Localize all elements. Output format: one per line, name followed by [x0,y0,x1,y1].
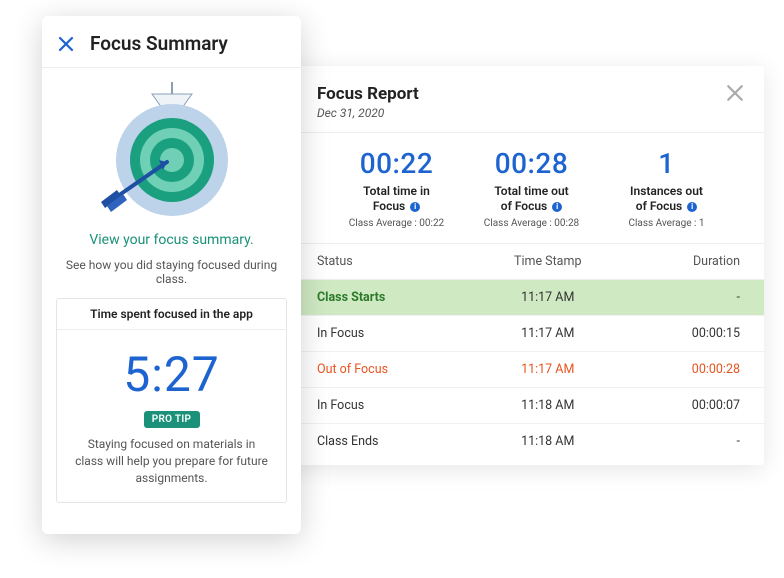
close-icon[interactable] [726,84,744,102]
metric-instances-out: 1 Instances out of Focus i Class Average… [599,147,734,229]
summary-title: Focus Summary [90,32,228,55]
cell-duration: 00:00:28 [612,362,740,377]
target-illustration [42,68,301,228]
metric-class-average: Class Average : 00:28 [464,218,599,229]
col-status-header: Status [317,254,484,269]
time-spent-box: Time spent focused in the app 5:27 PRO T… [56,298,287,503]
report-date: Dec 31, 2020 [317,106,419,120]
cell-timestamp: 11:18 AM [484,434,612,449]
metric-label: Total time in Focus i [329,184,464,214]
info-icon[interactable]: i [410,202,420,212]
metric-class-average: Class Average : 00:22 [329,218,464,229]
report-header: Focus Report Dec 31, 2020 [281,66,764,133]
time-box-header: Time spent focused in the app [57,299,286,330]
cell-duration: - [612,290,740,305]
table-row: Out of Focus11:17 AM00:00:28 [281,352,764,388]
cell-status: In Focus [317,326,484,341]
table-row: Class Ends11:18 AM- [281,424,764,459]
cell-duration: 00:00:07 [612,398,740,413]
metrics-row: 00:22 Total time in Focus i Class Averag… [281,133,764,244]
cell-duration: - [612,434,740,449]
metric-value: 00:28 [464,147,599,180]
metric-class-average: Class Average : 1 [599,218,734,229]
metric-label: Total time out of Focus i [464,184,599,214]
time-focused-value: 5:27 [57,330,286,411]
focus-events-table: Status Time Stamp Duration Class Starts1… [281,244,764,459]
col-duration-header: Duration [612,254,740,269]
info-icon[interactable]: i [687,202,697,212]
cell-status: In Focus [317,398,484,413]
cell-status: Out of Focus [317,362,484,377]
cell-status: Class Starts [317,290,484,305]
focus-report-card: Focus Report Dec 31, 2020 00:22 Total ti… [281,66,764,465]
pro-tip-text: Staying focused on materials in class wi… [57,436,286,502]
close-icon[interactable] [58,36,74,52]
metric-label: Instances out of Focus i [599,184,734,214]
focus-summary-card: Focus Summary View your focus [42,16,301,534]
pro-tip-badge: PRO TIP [144,411,200,428]
cell-timestamp: 11:17 AM [484,290,612,305]
info-icon[interactable]: i [552,202,562,212]
table-row: In Focus11:17 AM00:00:15 [281,316,764,352]
metric-value: 00:22 [329,147,464,180]
report-title: Focus Report [317,84,419,104]
metric-time-in-focus: 00:22 Total time in Focus i Class Averag… [329,147,464,229]
cell-status: Class Ends [317,434,484,449]
metric-time-out-focus: 00:28 Total time out of Focus i Class Av… [464,147,599,229]
table-row: Class Starts11:17 AM- [281,280,764,316]
metric-value: 1 [599,147,734,180]
cell-timestamp: 11:17 AM [484,362,612,377]
summary-subtext: See how you did staying focused during c… [56,258,287,286]
table-row: In Focus11:18 AM00:00:07 [281,388,764,424]
view-summary-link[interactable]: View your focus summary. [42,232,301,248]
cell-timestamp: 11:17 AM [484,326,612,341]
table-header: Status Time Stamp Duration [281,244,764,280]
cell-timestamp: 11:18 AM [484,398,612,413]
cell-duration: 00:00:15 [612,326,740,341]
col-time-header: Time Stamp [484,254,612,269]
summary-header: Focus Summary [42,16,301,68]
